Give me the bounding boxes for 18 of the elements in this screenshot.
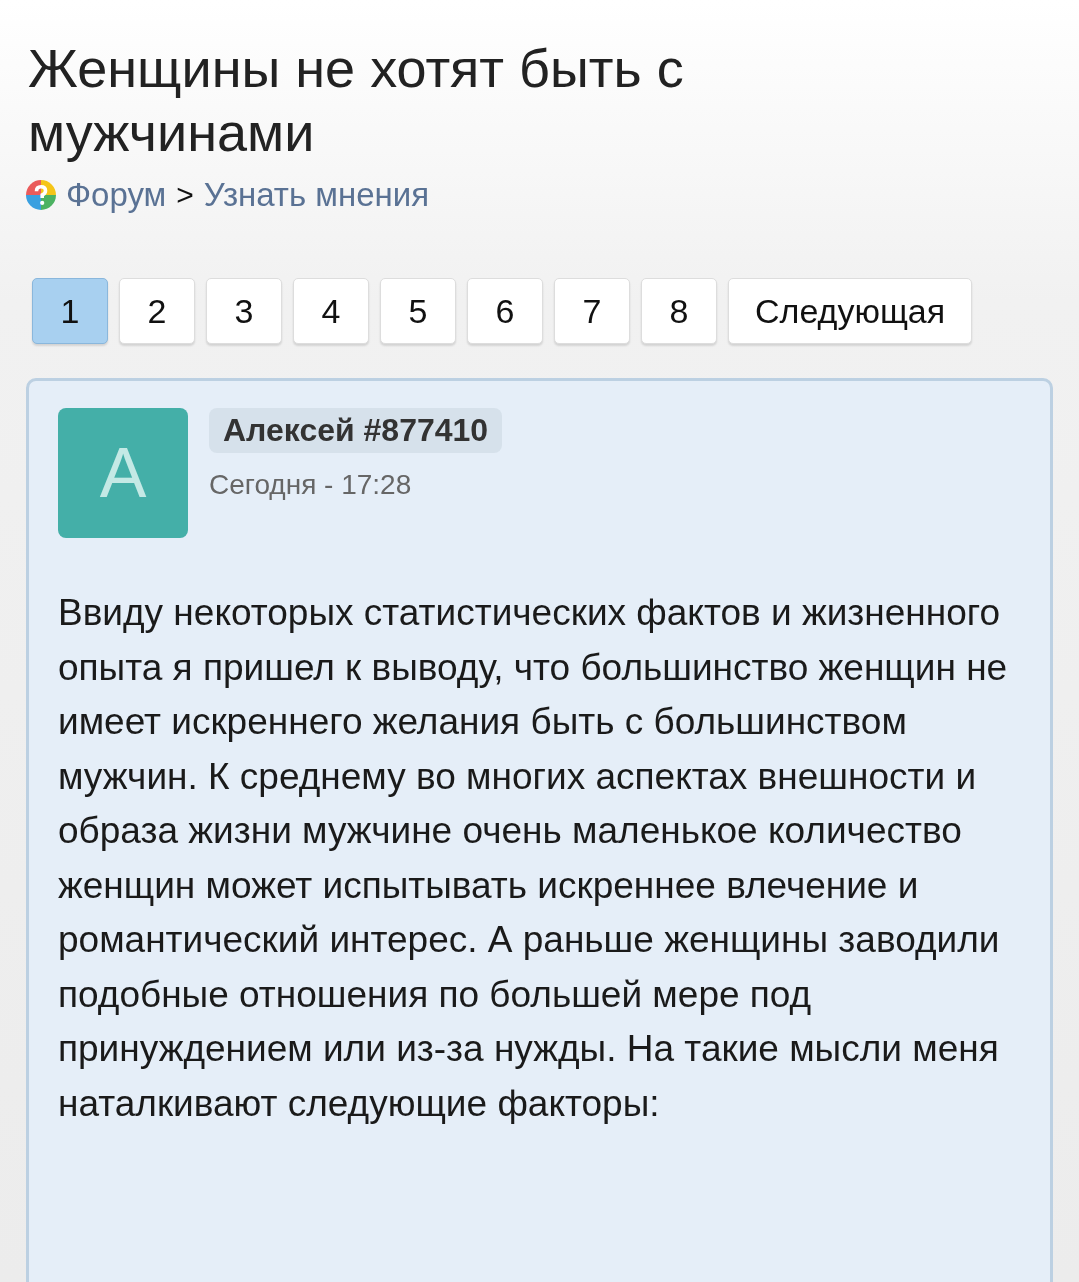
breadcrumb-link[interactable]: Узнать мнения: [203, 176, 430, 214]
page-button[interactable]: 6: [467, 278, 543, 344]
breadcrumb-link[interactable]: Форум: [66, 176, 167, 214]
page-button[interactable]: 7: [554, 278, 630, 344]
post-time: Сегодня - 17:28: [209, 469, 412, 501]
page-title: Женщины не хотят быть с мужчинами: [28, 37, 685, 164]
next-page-button[interactable]: Следующая: [728, 278, 973, 344]
page-button[interactable]: 8: [641, 278, 717, 344]
page-button[interactable]: 2: [119, 278, 195, 344]
author-name[interactable]: Алексей #877410: [209, 408, 503, 453]
page-button[interactable]: 3: [206, 278, 282, 344]
page-button[interactable]: 1: [32, 278, 108, 344]
question-icon: [26, 180, 56, 210]
breadcrumb-separator: >: [176, 178, 194, 212]
page-button[interactable]: 4: [293, 278, 369, 344]
post-text: Ввиду некоторых статистических фактов и жизненного опыта я пришел к выводу, что большинство женщин не имеет искреннего желания быть с большинством мужчин. К среднему во многих аспектах внешности и образа жизни мужчине очень маленькое количество женщин может испытывать искреннее влечение и романтический интерес. А раньше женщины заводили подобные отношения по большей мере под принуждением или из-за нужды. На такие мысли меня наталкивают следующие факторы:: [58, 591, 1009, 1126]
page-button[interactable]: 5: [380, 278, 456, 344]
avatar: А: [58, 408, 188, 538]
